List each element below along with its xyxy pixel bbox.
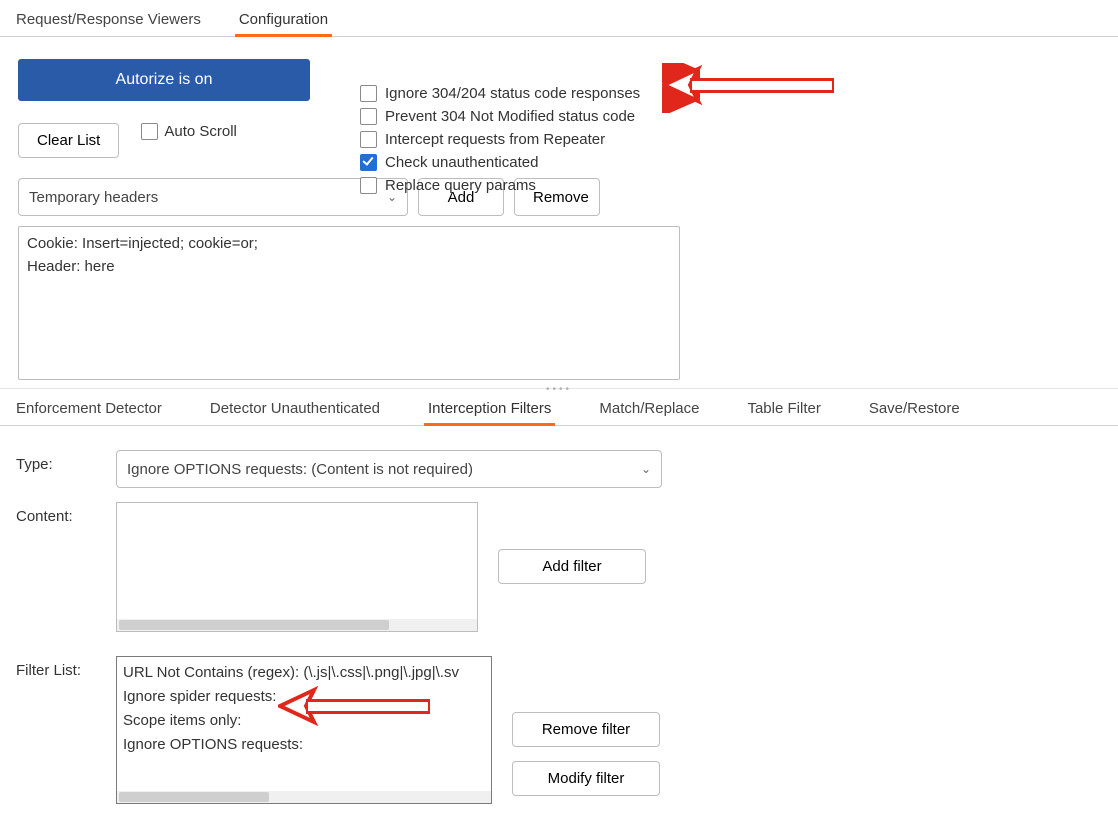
annotation-arrow-top bbox=[662, 63, 862, 113]
modify-filter-button[interactable]: Modify filter bbox=[512, 761, 660, 796]
opt-intercept-repeater-label: Intercept requests from Repeater bbox=[385, 131, 605, 148]
header-template-select[interactable]: Temporary headers ⌄ bbox=[18, 178, 408, 216]
auto-scroll-label: Auto Scroll bbox=[164, 123, 237, 140]
tab-interception-filters[interactable]: Interception Filters bbox=[424, 392, 555, 425]
top-tabbar: Request/Response Viewers Configuration bbox=[0, 0, 1118, 37]
checkbox-replace-query[interactable] bbox=[360, 177, 377, 194]
horizontal-scrollbar[interactable] bbox=[117, 791, 491, 803]
filter-type-select-value: Ignore OPTIONS requests: (Content is not… bbox=[127, 461, 473, 478]
checkbox-intercept-repeater[interactable] bbox=[360, 131, 377, 148]
autorize-toggle-button[interactable]: Autorize is on bbox=[18, 59, 310, 101]
opt-prevent-304[interactable]: Prevent 304 Not Modified status code bbox=[360, 108, 640, 125]
list-item[interactable]: Ignore OPTIONS requests: bbox=[123, 733, 485, 757]
opt-check-unauth-label: Check unauthenticated bbox=[385, 154, 538, 171]
filter-type-select[interactable]: Ignore OPTIONS requests: (Content is not… bbox=[116, 450, 662, 488]
scrollbar-thumb[interactable] bbox=[119, 792, 269, 802]
filter-list-label: Filter List: bbox=[16, 656, 96, 679]
clear-list-button[interactable]: Clear List bbox=[18, 123, 119, 158]
opt-ignore-304-204[interactable]: Ignore 304/204 status code responses bbox=[360, 85, 640, 102]
configuration-panel: Autorize is on Clear List Auto Scroll Ig… bbox=[0, 37, 1118, 388]
tab-req-resp-viewers[interactable]: Request/Response Viewers bbox=[12, 3, 205, 36]
opt-prevent-304-label: Prevent 304 Not Modified status code bbox=[385, 108, 635, 125]
tab-table-filter[interactable]: Table Filter bbox=[743, 392, 824, 425]
headers-textarea[interactable]: Cookie: Insert=injected; cookie=or; Head… bbox=[18, 226, 680, 380]
opt-ignore-304-204-label: Ignore 304/204 status code responses bbox=[385, 85, 640, 102]
list-item[interactable]: Scope items only: bbox=[123, 709, 485, 733]
auto-scroll-checkbox[interactable] bbox=[141, 123, 158, 140]
tab-match-replace[interactable]: Match/Replace bbox=[595, 392, 703, 425]
content-label: Content: bbox=[16, 502, 96, 525]
list-item[interactable]: URL Not Contains (regex): (\.js|\.css|\.… bbox=[123, 661, 485, 685]
list-item[interactable]: Ignore spider requests: bbox=[123, 685, 485, 709]
interception-filters-panel: Type: Ignore OPTIONS requests: (Content … bbox=[0, 426, 1118, 814]
horizontal-scrollbar[interactable] bbox=[117, 619, 477, 631]
chevron-down-icon: ⌄ bbox=[641, 462, 651, 476]
opt-replace-query[interactable]: Replace query params bbox=[360, 177, 640, 194]
scrollbar-thumb[interactable] bbox=[119, 620, 389, 630]
checkbox-ignore-304-204[interactable] bbox=[360, 85, 377, 102]
split-divider[interactable]: •••• bbox=[0, 388, 1118, 389]
opt-replace-query-label: Replace query params bbox=[385, 177, 536, 194]
options-column: Ignore 304/204 status code responses Pre… bbox=[360, 85, 640, 194]
tab-save-restore[interactable]: Save/Restore bbox=[865, 392, 964, 425]
tab-enforcement-detector[interactable]: Enforcement Detector bbox=[12, 392, 166, 425]
type-label: Type: bbox=[16, 450, 96, 473]
autorize-toggle-label: Autorize is on bbox=[116, 71, 213, 89]
tab-configuration[interactable]: Configuration bbox=[235, 3, 332, 36]
tab-detector-unauth[interactable]: Detector Unauthenticated bbox=[206, 392, 384, 425]
auto-scroll-checkbox-wrap[interactable]: Auto Scroll bbox=[141, 123, 237, 140]
checkbox-prevent-304[interactable] bbox=[360, 108, 377, 125]
add-filter-button[interactable]: Add filter bbox=[498, 549, 646, 584]
filter-list[interactable]: URL Not Contains (regex): (\.js|\.css|\.… bbox=[116, 656, 492, 804]
opt-check-unauth[interactable]: Check unauthenticated bbox=[360, 154, 640, 171]
remove-filter-button[interactable]: Remove filter bbox=[512, 712, 660, 747]
content-textarea[interactable] bbox=[116, 502, 478, 632]
checkbox-check-unauth[interactable] bbox=[360, 154, 377, 171]
opt-intercept-repeater[interactable]: Intercept requests from Repeater bbox=[360, 131, 640, 148]
header-select-value: Temporary headers bbox=[29, 189, 158, 206]
